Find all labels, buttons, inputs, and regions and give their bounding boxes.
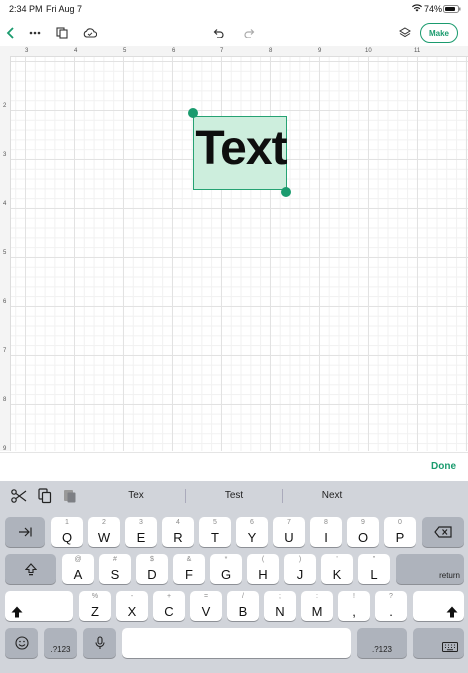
- delete-backspace-icon[interactable]: [422, 517, 464, 547]
- key-v[interactable]: = V: [190, 591, 222, 621]
- key-n[interactable]: ; N: [264, 591, 296, 621]
- ruler-label: 5: [3, 250, 7, 256]
- key-p[interactable]: 0P: [384, 517, 416, 547]
- wifi-icon: [412, 4, 422, 14]
- return-button[interactable]: return: [396, 554, 464, 584]
- copy-icon[interactable]: [38, 488, 52, 509]
- key-i[interactable]: 8I: [310, 517, 342, 547]
- suggestion-bar: Tex Test Next: [0, 481, 468, 511]
- status-bar: 2:34 PM Fri Aug 7 74%: [0, 0, 468, 18]
- key-c[interactable]: + C: [153, 591, 185, 621]
- key-g[interactable]: * G: [210, 554, 242, 584]
- key-f[interactable]: & F: [173, 554, 205, 584]
- key-q[interactable]: 1Q: [51, 517, 83, 547]
- done-bar: Done: [0, 452, 468, 482]
- ruler-label: 6: [172, 48, 176, 54]
- scissors-icon[interactable]: [11, 489, 27, 508]
- key-period[interactable]: ?.: [375, 591, 407, 621]
- chevron-left-icon[interactable]: [2, 24, 20, 42]
- paste-icon[interactable]: [63, 488, 77, 509]
- key-z[interactable]: % Z: [79, 591, 111, 621]
- microphone-icon[interactable]: [83, 628, 116, 658]
- ruler-label: 11: [414, 48, 421, 54]
- battery-charging-icon: [443, 5, 461, 15]
- key-y[interactable]: 6Y: [236, 517, 268, 547]
- ruler-label: 3: [3, 152, 7, 158]
- make-button[interactable]: Make: [420, 23, 458, 43]
- numbers-toggle-label: .?123: [371, 644, 393, 654]
- return-label: return: [439, 571, 460, 580]
- suggestion-divider: [282, 489, 283, 503]
- ruler-label: 9: [318, 48, 322, 54]
- ellipsis-icon[interactable]: [26, 24, 44, 42]
- ruler-label: 7: [3, 348, 7, 354]
- ruler-label: 9: [3, 446, 7, 451]
- key-comma[interactable]: !,: [338, 591, 370, 621]
- key-b[interactable]: / B: [227, 591, 259, 621]
- on-screen-keyboard: Tex Test Next 1Q 2W 3E 4R 5T 6Y 7U 8I 9O…: [0, 481, 468, 673]
- key-r[interactable]: 4R: [162, 517, 194, 547]
- suggestion-item[interactable]: Tex: [91, 490, 181, 501]
- ruler-label: 4: [3, 201, 7, 207]
- battery-percent: 74%: [424, 4, 443, 14]
- shift-icon[interactable]: [413, 591, 464, 621]
- space-bar[interactable]: [122, 628, 351, 658]
- numbers-toggle[interactable]: .?123: [44, 628, 77, 658]
- undo-icon[interactable]: [209, 24, 227, 42]
- key-u[interactable]: 7U: [273, 517, 305, 547]
- status-date: Fri Aug 7: [46, 4, 83, 14]
- redo-icon[interactable]: [241, 24, 259, 42]
- copy-icon[interactable]: [53, 24, 71, 42]
- done-button[interactable]: Done: [431, 461, 456, 472]
- suggestion-divider: [185, 489, 186, 503]
- resize-handle[interactable]: [281, 187, 291, 197]
- key-l[interactable]: " L: [358, 554, 390, 584]
- layers-icon[interactable]: [396, 24, 414, 42]
- numbers-toggle-label: .?123: [50, 644, 71, 654]
- key-m[interactable]: :M: [301, 591, 333, 621]
- key-o[interactable]: 9O: [347, 517, 379, 547]
- ruler-label: 10: [365, 48, 372, 54]
- key-a[interactable]: @ A: [62, 554, 94, 584]
- key-h[interactable]: (H: [247, 554, 279, 584]
- keyboard-hide-icon[interactable]: [413, 628, 464, 658]
- key-j[interactable]: ) J: [284, 554, 316, 584]
- suggestion-item[interactable]: Test: [189, 490, 279, 501]
- ruler-label: 5: [123, 48, 127, 54]
- key-w[interactable]: 2W: [88, 517, 120, 547]
- text-object-content: Text: [195, 122, 287, 175]
- ruler-left: 2 3 4 5 6 7 8 9: [0, 56, 11, 451]
- text-object[interactable]: Text: [193, 116, 288, 190]
- ruler-top: 3 4 5 6 7 8 9 10 11: [0, 46, 468, 57]
- shift-icon[interactable]: [5, 591, 73, 621]
- tab-arrow-icon[interactable]: [5, 517, 45, 547]
- ruler-label: 2: [3, 103, 7, 109]
- status-time: 2:34 PM: [9, 4, 43, 14]
- emoji-icon[interactable]: [5, 628, 38, 658]
- key-e[interactable]: 3E: [125, 517, 157, 547]
- suggestion-item[interactable]: Next: [287, 490, 377, 501]
- rotate-handle[interactable]: [188, 108, 198, 118]
- caps-lock-icon[interactable]: [5, 554, 56, 584]
- key-d[interactable]: $ D: [136, 554, 168, 584]
- ruler-label: 8: [3, 397, 7, 403]
- numbers-toggle[interactable]: .?123: [357, 628, 407, 658]
- design-canvas[interactable]: 3 4 5 6 7 8 9 10 11 2 3 4 5 6 7 8 9 Text: [0, 46, 468, 451]
- cloud-check-icon[interactable]: [81, 24, 99, 42]
- ruler-label: 6: [3, 299, 7, 305]
- key-s[interactable]: # S: [99, 554, 131, 584]
- ruler-label: 3: [25, 48, 29, 54]
- key-x[interactable]: -X: [116, 591, 148, 621]
- key-k[interactable]: ' K: [321, 554, 353, 584]
- ruler-label: 8: [269, 48, 273, 54]
- key-t[interactable]: 5T: [199, 517, 231, 547]
- ruler-label: 7: [220, 48, 224, 54]
- ruler-label: 4: [74, 48, 78, 54]
